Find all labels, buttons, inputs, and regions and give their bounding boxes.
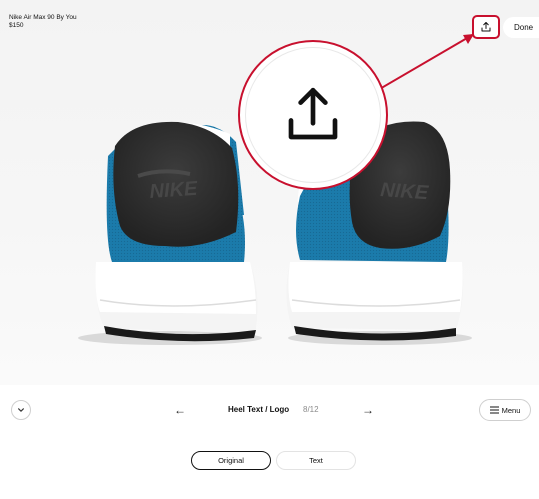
product-viewport[interactable]: Nike Air Max 90 By You $150 NIKE NIKE Do… bbox=[0, 0, 539, 385]
share-icon bbox=[481, 22, 491, 32]
done-button[interactable]: Done bbox=[503, 17, 539, 38]
step-count: 8/12 bbox=[303, 405, 319, 414]
share-zoom-callout bbox=[238, 40, 388, 190]
menu-label: Menu bbox=[501, 405, 521, 415]
menu-button[interactable]: Menu bbox=[479, 399, 531, 421]
arrow-right-icon: → bbox=[362, 403, 374, 417]
share-icon bbox=[288, 87, 338, 140]
chevron-down-icon bbox=[18, 408, 24, 412]
option-label: Text bbox=[309, 456, 323, 465]
next-step-button[interactable]: → bbox=[362, 403, 374, 417]
option-label: Original bbox=[218, 456, 244, 465]
step-title: Heel Text / Logo bbox=[228, 405, 290, 414]
collapse-button[interactable] bbox=[11, 400, 31, 420]
prev-step-button[interactable]: ← bbox=[174, 403, 186, 417]
option-text[interactable]: Text bbox=[276, 451, 356, 470]
arrow-left-icon: ← bbox=[174, 403, 186, 417]
option-original[interactable]: Original bbox=[191, 451, 271, 470]
hamburger-icon bbox=[489, 406, 499, 414]
customizer-toolbar bbox=[0, 385, 539, 499]
share-button[interactable] bbox=[472, 15, 500, 39]
